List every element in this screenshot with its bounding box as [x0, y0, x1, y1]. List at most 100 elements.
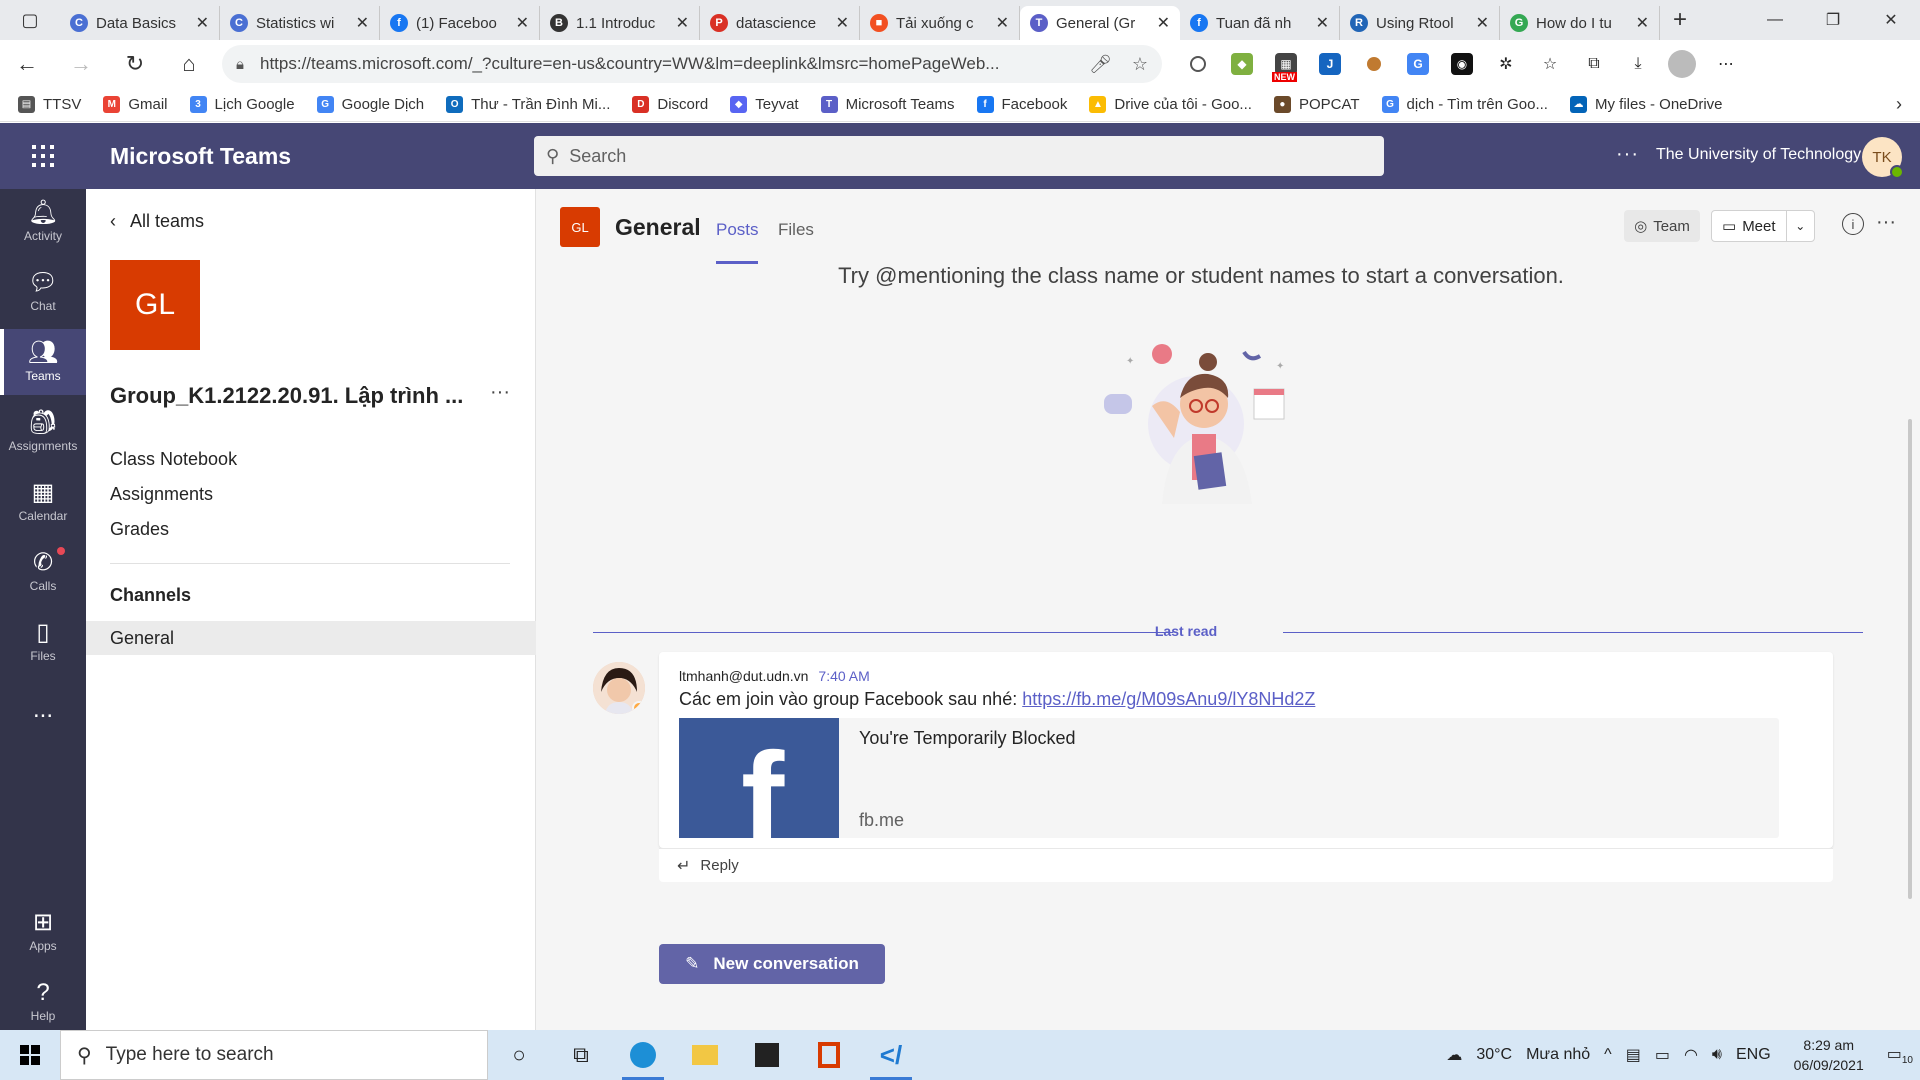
class-notebook-link[interactable]: Class Notebook [110, 449, 237, 470]
bookmark-item[interactable]: ▤ TTSV [18, 96, 81, 113]
downloads-icon[interactable]: ⤓ [1616, 40, 1660, 88]
bookmark-item[interactable]: 3 Lịch Google [189, 96, 295, 113]
extensions-icon[interactable]: ✲ [1484, 40, 1528, 88]
browser-tab[interactable]: f (1) Faceboo ✕ [380, 6, 540, 40]
browser-tab[interactable]: ■ Tải xuống c ✕ [860, 6, 1020, 40]
bookmarks-more-icon[interactable]: › [1896, 94, 1902, 115]
browser-tab[interactable]: G How do I tu ✕ [1500, 6, 1660, 40]
rail-item-chat[interactable]: 💬︎ Chat [0, 259, 86, 325]
author-avatar[interactable] [593, 662, 645, 714]
lock-icon[interactable]: 🔒︎ [236, 56, 244, 73]
close-tab-icon[interactable]: ✕ [196, 13, 209, 33]
j-extension-icon[interactable]: J [1308, 40, 1352, 88]
bookmark-item[interactable]: D Discord [632, 96, 708, 113]
minimize-icon[interactable]: — [1746, 0, 1804, 40]
wifi-icon[interactable]: ◠ [1684, 1045, 1698, 1065]
channel-general[interactable]: General [86, 621, 536, 655]
bookmark-item[interactable]: ◆ Teyvat [730, 96, 799, 113]
browser-tab[interactable]: f Tuan đã nh ✕ [1180, 6, 1340, 40]
channel-more-icon[interactable]: ··· [1876, 211, 1896, 234]
weather-desc[interactable]: Mưa nhỏ [1526, 1046, 1590, 1064]
close-tab-icon[interactable]: ✕ [1157, 13, 1170, 33]
browser-tab[interactable]: C Statistics wi ✕ [220, 6, 380, 40]
url-text[interactable]: https://teams.microsoft.com/_?culture=en… [260, 54, 1069, 74]
rail-item-help[interactable]: ? Help [0, 969, 86, 1035]
store-icon[interactable] [736, 1030, 798, 1080]
close-tab-icon[interactable]: ✕ [996, 13, 1009, 33]
browser-tab[interactable]: Pdatascience ✕ [700, 6, 860, 40]
cortana-icon[interactable]: ○ [488, 1030, 550, 1080]
reply-button[interactable]: ↵ Reply [659, 848, 1833, 882]
microphone-icon[interactable]: 🎤︎ [1089, 54, 1112, 75]
meet-button[interactable]: ▭ Meet ⌄ [1711, 210, 1815, 242]
message-card[interactable]: ltmhanh@dut.udn.vn 7:40 AM Các em join và… [659, 652, 1833, 848]
close-tab-icon[interactable]: ✕ [1316, 13, 1329, 33]
teams-search-input[interactable]: ⚲ Search [534, 136, 1384, 176]
app-launcher-icon[interactable] [0, 123, 86, 189]
weather-temp[interactable]: 30°C [1476, 1046, 1512, 1064]
bookmark-item[interactable]: M Gmail [103, 96, 168, 113]
edge-icon[interactable] [612, 1030, 674, 1080]
scrollbar[interactable] [1908, 419, 1912, 899]
google-translate-extension-icon[interactable]: G [1396, 40, 1440, 88]
new-conversation-button[interactable]: ✎ New conversation [659, 944, 885, 984]
rail-item-files[interactable]: ▯ Files [0, 609, 86, 675]
language-indicator[interactable]: ENG [1736, 1046, 1771, 1064]
new-tab-button[interactable]: + [1660, 0, 1700, 40]
info-icon[interactable]: i [1842, 213, 1864, 235]
rail-item-activity[interactable]: 🔔︎ Activity [0, 189, 86, 255]
browser-tab[interactable]: C Data Basics ✕ [60, 6, 220, 40]
notifications-icon[interactable]: ▭10 [1887, 1044, 1913, 1066]
task-view-icon[interactable]: ⧉ [550, 1030, 612, 1080]
home-icon[interactable]: ⌂ [162, 40, 216, 88]
bookmark-item[interactable]: Gdịch - Tìm trên Goo... [1381, 96, 1548, 113]
back-icon[interactable]: ← [0, 40, 54, 88]
chevron-down-icon[interactable]: ⌄ [1787, 219, 1814, 233]
browser-tab[interactable]: B 1.1 Introduc ✕ [540, 6, 700, 40]
close-tab-icon[interactable]: ✕ [1636, 13, 1649, 33]
team-more-icon[interactable]: ··· [490, 381, 510, 404]
start-button[interactable] [0, 1030, 60, 1080]
close-tab-icon[interactable]: ✕ [836, 13, 849, 33]
forward-icon[interactable]: → [54, 40, 108, 88]
taskbar-search-input[interactable]: ⚲ Type here to search [60, 1030, 488, 1080]
collections-icon[interactable]: ⧉ [1572, 40, 1616, 88]
chevron-up-icon[interactable]: ^ [1604, 1046, 1612, 1064]
input-icon[interactable]: ▤ [1626, 1045, 1641, 1065]
bookmark-item[interactable]: ● POPCAT [1273, 96, 1360, 113]
rail-item-[interactable]: ... [0, 679, 86, 745]
tab-posts[interactable]: Posts [716, 220, 759, 240]
tab-actions-icon[interactable]: ▢ [0, 0, 60, 40]
browser-tab[interactable]: T General (Gr ✕ [1020, 6, 1180, 40]
circle-extension-icon[interactable] [1176, 40, 1220, 88]
refresh-icon[interactable]: ↻ [108, 40, 162, 88]
bookmark-item[interactable]: ▲ Drive của tôi - Goo... [1089, 96, 1252, 113]
bookmark-item[interactable]: O Thư - Trần Đình Mi... [446, 96, 610, 113]
browser-tab[interactable]: R Using Rtool ✕ [1340, 6, 1500, 40]
new-extension-icon[interactable]: ▦ NEW [1264, 40, 1308, 88]
bookmark-item[interactable]: f Facebook [976, 96, 1067, 113]
close-tab-icon[interactable]: ✕ [1476, 13, 1489, 33]
message-link[interactable]: https://fb.me/g/M09sAnu9/lY8NHd2Z [1022, 689, 1315, 709]
rail-item-calls[interactable]: ✆ Calls [0, 539, 86, 605]
address-bar[interactable]: 🔒︎ https://teams.microsoft.com/_?culture… [222, 45, 1162, 83]
bookmark-item[interactable]: ☁ My files - OneDrive [1569, 96, 1723, 113]
team-button[interactable]: ◎ Team [1624, 210, 1700, 242]
all-teams-link[interactable]: ‹ All teams [110, 211, 204, 232]
plant-extension-icon[interactable]: ◆ [1220, 40, 1264, 88]
vscode-icon[interactable]: </ [860, 1030, 922, 1080]
close-tab-icon[interactable]: ✕ [356, 13, 369, 33]
assignments-link[interactable]: Assignments [110, 484, 213, 505]
rail-item-calendar[interactable]: ▦ Calendar [0, 469, 86, 535]
rail-item-teams[interactable]: 👥︎ Teams [0, 329, 86, 395]
close-window-icon[interactable]: ✕ [1862, 0, 1920, 40]
browser-menu-icon[interactable]: ⋯ [1704, 40, 1748, 88]
restore-icon[interactable]: ❐ [1804, 0, 1862, 40]
clock[interactable]: 8:29 am 06/09/2021 [1794, 1035, 1864, 1075]
rail-item-assignments[interactable]: 🎒︎ Assignments [0, 399, 86, 465]
close-tab-icon[interactable]: ✕ [676, 13, 689, 33]
favorites-icon[interactable]: ☆ [1528, 40, 1572, 88]
bookmark-item[interactable]: T Microsoft Teams [820, 96, 955, 113]
header-more-icon[interactable]: ··· [1616, 143, 1639, 166]
mask-extension-icon[interactable]: ◉ [1440, 40, 1484, 88]
